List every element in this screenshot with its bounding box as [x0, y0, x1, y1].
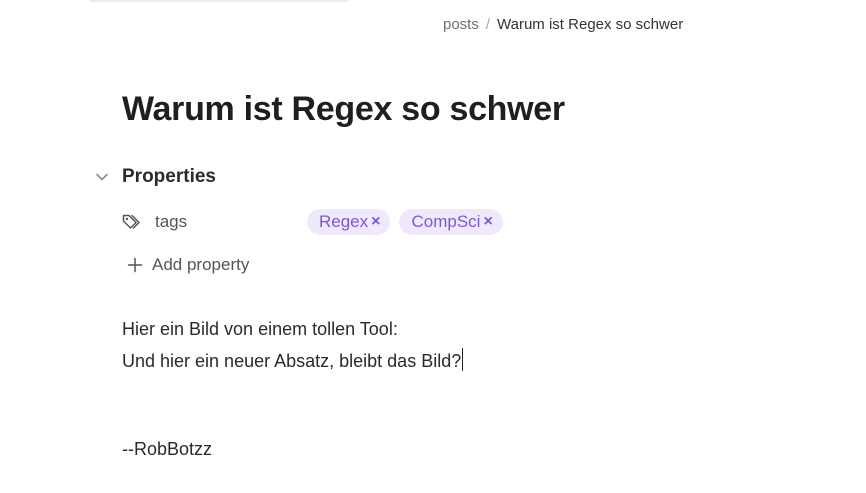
breadcrumb-folder[interactable]: posts — [443, 16, 479, 33]
note-title[interactable]: Warum ist Regex so schwer — [122, 90, 565, 129]
plus-icon — [126, 256, 144, 274]
chevron-down-icon[interactable] — [94, 169, 110, 185]
properties-header[interactable]: Properties — [94, 166, 216, 188]
tag-label: Regex — [319, 212, 369, 231]
body-paragraph[interactable]: Hier ein Bild von einem tollen Tool: — [122, 319, 398, 340]
property-row-tags: tags Regex × CompSci × — [122, 208, 642, 236]
body-paragraph-active[interactable]: Und hier ein neuer Absatz, bleibt das Bi… — [122, 348, 464, 372]
tag-pill-regex[interactable]: Regex × — [307, 209, 391, 235]
remove-tag-icon[interactable]: × — [483, 213, 492, 231]
note-editor: posts / Warum ist Regex so schwer Warum … — [0, 0, 866, 493]
tag-pill-compsci[interactable]: CompSci × — [399, 209, 503, 235]
property-key[interactable]: tags — [155, 212, 307, 232]
breadcrumb: posts / Warum ist Regex so schwer — [443, 16, 683, 33]
properties-title[interactable]: Properties — [122, 166, 216, 188]
remove-tag-icon[interactable]: × — [371, 213, 380, 231]
add-property-button[interactable]: Add property — [126, 255, 249, 275]
signature-line[interactable]: --RobBotzz — [122, 439, 212, 460]
tag-label: CompSci — [411, 212, 481, 231]
breadcrumb-current-note[interactable]: Warum ist Regex so schwer — [497, 16, 683, 33]
tags-icon — [122, 212, 146, 232]
body-paragraph-text: Und hier ein neuer Absatz, bleibt das Bi… — [122, 351, 462, 371]
text-cursor — [462, 348, 464, 371]
add-property-label: Add property — [152, 255, 250, 274]
breadcrumb-separator: / — [485, 16, 491, 33]
tab-strip-edge — [90, 0, 348, 2]
